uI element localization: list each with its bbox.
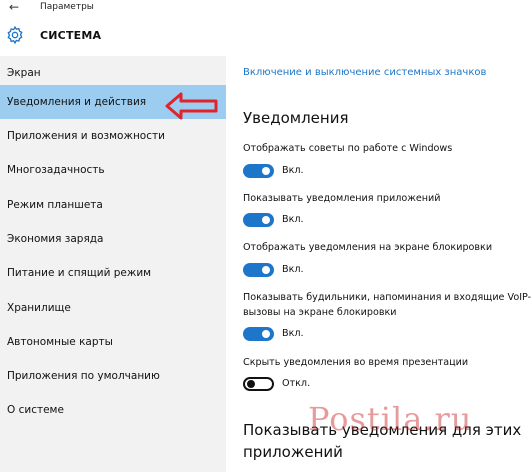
sidebar-item-multitasking[interactable]: Многозадачность bbox=[0, 153, 226, 187]
system-icons-link[interactable]: Включение и выключение системных значков bbox=[243, 67, 486, 78]
sidebar-item-storage[interactable]: Хранилище bbox=[0, 291, 226, 325]
back-arrow-icon[interactable]: ← bbox=[9, 1, 19, 13]
setting-label-tips: Отображать советы по работе с Windows bbox=[243, 143, 453, 154]
page-header: СИСТЕМА bbox=[0, 18, 532, 56]
toggle-state-tips: Вкл. bbox=[282, 165, 304, 176]
toggle-knob bbox=[262, 330, 270, 338]
toggle-state-app-notifications: Вкл. bbox=[282, 214, 304, 225]
section-title-app-list-line2: приложений bbox=[243, 443, 343, 461]
page-title: СИСТЕМА bbox=[40, 29, 102, 42]
red-arrow-icon bbox=[165, 92, 218, 120]
title-bar: ← Параметры bbox=[0, 0, 532, 18]
sidebar-item-default-apps[interactable]: Приложения по умолчанию bbox=[0, 359, 226, 393]
toggle-lock-screen[interactable] bbox=[243, 263, 274, 277]
toggle-tips[interactable] bbox=[243, 164, 274, 178]
toggle-knob bbox=[262, 167, 270, 175]
section-title-notifications: Уведомления bbox=[243, 109, 349, 127]
setting-label-alarms-line1: Показывать будильники, напоминания и вхо… bbox=[243, 292, 532, 303]
sidebar-item-battery-saver[interactable]: Экономия заряда bbox=[0, 222, 226, 256]
setting-label-alarms-line2: вызовы на экране блокировки bbox=[243, 307, 397, 318]
sidebar-item-power-sleep[interactable]: Питание и спящий режим bbox=[0, 256, 226, 290]
toggle-state-alarms: Вкл. bbox=[282, 328, 304, 339]
toggle-knob bbox=[262, 266, 270, 274]
toggle-app-notifications[interactable] bbox=[243, 213, 274, 227]
setting-label-app-notifications: Показывать уведомления приложений bbox=[243, 193, 441, 204]
setting-label-lock-screen: Отображать уведомления на экране блокиро… bbox=[243, 242, 493, 253]
setting-label-presentation: Скрыть уведомления во время презентации bbox=[243, 357, 469, 368]
gear-icon bbox=[7, 25, 23, 45]
toggle-presentation[interactable] bbox=[243, 377, 274, 391]
sidebar-item-offline-maps[interactable]: Автономные карты bbox=[0, 325, 226, 359]
toggle-alarms[interactable] bbox=[243, 327, 274, 341]
toggle-knob bbox=[262, 216, 270, 224]
app-title: Параметры bbox=[40, 2, 94, 12]
sidebar-item-about[interactable]: О системе bbox=[0, 393, 226, 427]
toggle-knob bbox=[247, 380, 255, 388]
sidebar-item-tablet-mode[interactable]: Режим планшета bbox=[0, 188, 226, 222]
toggle-state-presentation: Откл. bbox=[282, 378, 311, 389]
sidebar-item-apps-features[interactable]: Приложения и возможности bbox=[0, 119, 226, 153]
watermark: Postila.ru bbox=[308, 400, 473, 438]
toggle-state-lock-screen: Вкл. bbox=[282, 264, 304, 275]
